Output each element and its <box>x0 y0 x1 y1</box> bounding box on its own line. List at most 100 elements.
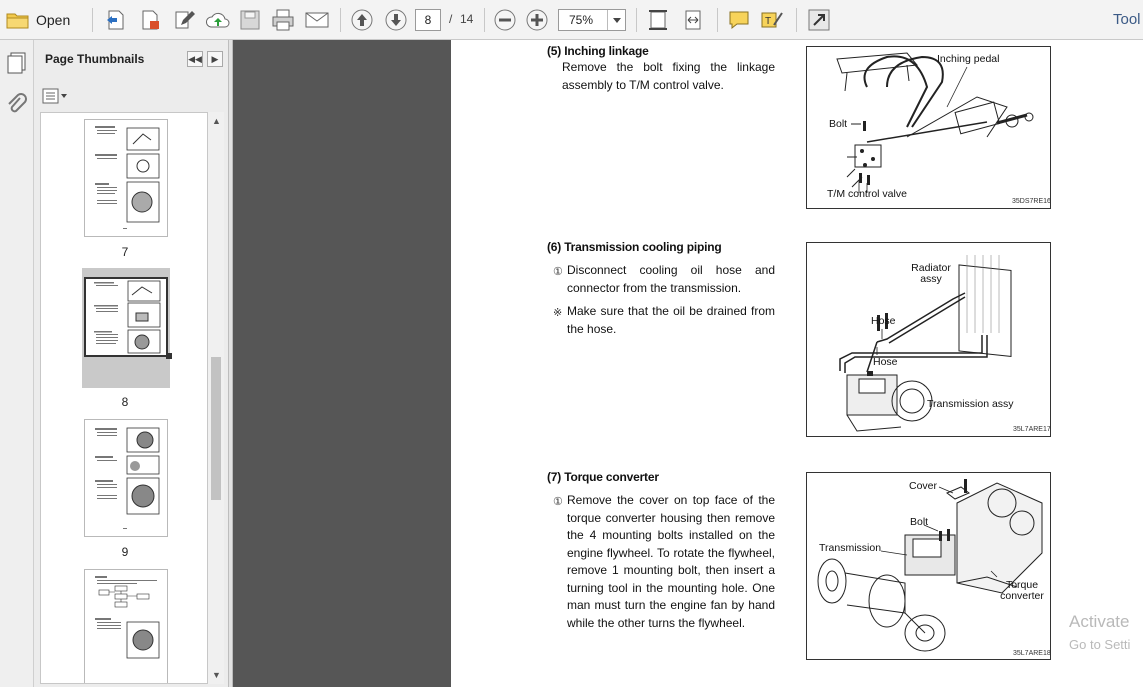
collapse-panel-button[interactable]: ◀◀ <box>187 51 203 67</box>
page-total: 14 <box>460 12 474 26</box>
create-pdf-icon <box>107 10 124 30</box>
document-page: (5) Inching linkage Remove the bolt fixi… <box>451 40 1143 687</box>
page-preview <box>95 576 160 659</box>
figure-label: Bolt <box>910 516 929 528</box>
next-page-button[interactable] <box>384 7 408 33</box>
toolbar: Open 8 / 14 75% T Tool <box>0 0 1143 40</box>
figure-label: Inching pedal <box>937 53 1000 65</box>
torque-converter-diagram <box>817 479 1043 652</box>
arrow-up-icon <box>351 9 373 31</box>
figure-label: Hose <box>873 356 898 368</box>
thumbnail-scrollbar[interactable]: ▲ ▼ <box>208 112 224 684</box>
activation-watermark: Activate <box>1069 612 1130 631</box>
full-screen-button[interactable] <box>807 7 831 33</box>
open-label: Open <box>36 12 71 28</box>
highlight-button[interactable]: T <box>760 7 784 33</box>
fit-width-button[interactable] <box>681 7 705 33</box>
attachment-icon[interactable] <box>5 92 27 121</box>
toolbar-separator <box>484 8 485 32</box>
page-number-input[interactable]: 8 <box>415 9 441 31</box>
arrow-down-icon <box>385 9 407 31</box>
combine-icon <box>142 10 159 30</box>
zoom-out-button[interactable] <box>493 7 517 33</box>
save-button[interactable] <box>239 7 261 33</box>
section-title: (5) Inching linkage <box>547 44 649 58</box>
envelope-icon <box>305 12 329 28</box>
previous-page-button[interactable] <box>350 7 374 33</box>
figure-label: Bolt <box>829 118 848 130</box>
thumbnail-page[interactable] <box>84 419 168 537</box>
scroll-down-icon[interactable]: ▼ <box>212 670 221 680</box>
page-preview <box>95 126 160 229</box>
figure-code: 35L7ARE18 <box>1013 650 1051 657</box>
svg-text:T: T <box>765 16 771 27</box>
toolbar-separator <box>717 8 718 32</box>
document-view: (5) Inching linkage Remove the bolt fixi… <box>233 40 1143 687</box>
thumbnail-label: 9 <box>121 545 129 559</box>
fit-width-icon <box>685 10 701 30</box>
fit-page-button[interactable] <box>647 7 669 33</box>
toolbar-separator <box>796 8 797 32</box>
comment-icon <box>729 11 749 30</box>
thumbnail-list: 7 8 9 <box>40 112 208 684</box>
print-button[interactable] <box>270 7 296 33</box>
zoom-value: 75% <box>569 13 594 27</box>
fit-page-icon <box>649 10 667 30</box>
thumbnail-page-selected[interactable] <box>84 277 168 357</box>
figure-label: Cover <box>909 480 938 492</box>
combine-button[interactable] <box>138 7 162 33</box>
figure-label: Hose <box>871 315 896 327</box>
figure-label: T/M control valve <box>827 188 907 200</box>
zoom-select[interactable]: 75% <box>558 9 626 31</box>
thumbnail-label: 8 <box>121 395 129 409</box>
highlight-text-icon: T <box>761 12 783 28</box>
activation-watermark-subtext: Go to Setti <box>1069 637 1131 652</box>
list-marker: ① <box>553 496 563 508</box>
tools-menu[interactable]: Tool <box>1113 11 1141 28</box>
toolbar-separator <box>636 8 637 32</box>
thumbnail-options-button[interactable] <box>42 88 68 104</box>
email-button[interactable] <box>304 7 330 33</box>
section-title: (7) Torque converter <box>547 470 659 484</box>
toolbar-separator <box>92 8 93 32</box>
printer-icon <box>272 9 294 31</box>
expand-icon <box>808 9 830 31</box>
panel-title: Page Thumbnails <box>45 52 145 66</box>
create-pdf-button[interactable] <box>104 7 128 33</box>
resize-handle[interactable] <box>166 353 172 359</box>
figure-label: Radiator assy <box>911 262 951 285</box>
section-title: (6) Transmission cooling piping <box>547 240 722 254</box>
page-preview <box>95 427 160 529</box>
scroll-up-icon[interactable]: ▲ <box>212 116 221 126</box>
section-text: Remove the cover on top face of the torq… <box>567 493 775 630</box>
zoom-in-button[interactable] <box>525 7 549 33</box>
list-marker: ※ <box>553 307 563 319</box>
save-icon <box>240 10 260 30</box>
page-separator: / <box>449 12 453 26</box>
edit-button[interactable] <box>172 7 196 33</box>
figure-label: Transmission assy <box>927 398 1014 410</box>
thumbnail-label: 7 <box>121 245 129 259</box>
upload-button[interactable] <box>205 7 231 33</box>
section-text: Disconnect cooling oil hose and connecto… <box>567 263 775 295</box>
cooling-piping-figure: Radiator assy Hose Hose Transmission ass… <box>806 242 1051 437</box>
open-button[interactable]: Open <box>6 7 70 33</box>
page-preview <box>94 280 161 354</box>
edit-icon <box>175 11 195 29</box>
section-text: Remove the bolt fixing the linkage assem… <box>562 60 775 92</box>
panel-arrow-button[interactable]: ▶ <box>207 51 223 67</box>
navigation-rail <box>0 40 34 687</box>
zoom-in-icon <box>526 9 548 31</box>
pages-icon[interactable] <box>5 50 29 79</box>
toolbar-separator <box>340 8 341 32</box>
scrollbar-thumb[interactable] <box>211 357 221 500</box>
section-text: Make sure that the oil be drained from t… <box>567 304 775 336</box>
thumbnail-page[interactable] <box>84 119 168 237</box>
cloud-upload-icon <box>205 12 230 28</box>
thumbnail-page[interactable] <box>84 569 168 683</box>
options-menu-icon <box>42 88 67 104</box>
inching-linkage-figure: Inching pedal Bolt T/M control valve 35D… <box>806 46 1051 209</box>
chevron-down-icon[interactable] <box>607 10 625 30</box>
comment-button[interactable] <box>727 7 751 33</box>
list-marker: ① <box>553 266 563 278</box>
